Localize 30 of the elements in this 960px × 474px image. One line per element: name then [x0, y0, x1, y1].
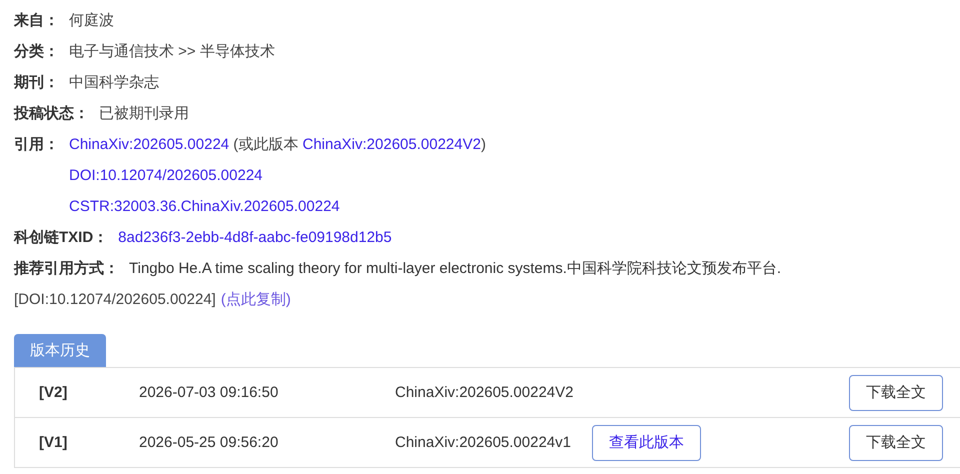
field-value: 已被期刊录用: [99, 104, 189, 124]
version-date: 2026-07-03 09:16:50: [139, 383, 280, 403]
field-label: 科创链TXID：: [14, 228, 108, 248]
field-value: 何庭波: [69, 11, 114, 31]
field-value: 中国科学杂志: [69, 73, 159, 93]
citation-text: Tingbo He.A time scaling theory for multi-layer electronic systems.中国科学院科技论文预发布平台.: [129, 259, 782, 279]
doi-text: [DOI:10.12074/202605.00224]: [14, 290, 216, 310]
version-date: 2026-05-25 09:56:20: [139, 433, 280, 453]
citation-text: (或此版本: [232, 136, 300, 153]
field-label: 期刊：: [14, 73, 59, 93]
version-id: ChinaXiv:202605.00224v1: [395, 433, 572, 453]
field-label: 推荐引用方式：: [14, 259, 119, 279]
citation-link[interactable]: ChinaXiv:202605.00224V2: [302, 136, 481, 153]
txid-link[interactable]: 8ad236f3-2ebb-4d8f-aabc-fe09198d12b5: [118, 222, 392, 253]
citation-link[interactable]: ChinaXiv:202605.00224: [69, 136, 230, 153]
field-label: 分类：: [14, 42, 59, 62]
view-version-button[interactable]: 查看此版本: [592, 424, 701, 460]
citation-text: ): [480, 136, 486, 153]
copy-link[interactable]: (点此复制): [220, 284, 291, 315]
download-button[interactable]: 下载全文: [849, 374, 943, 410]
field-label: 来自：: [14, 11, 59, 31]
field-label: 引用：: [14, 135, 59, 155]
field-label: 投稿状态：: [14, 104, 89, 124]
version-label: [V2]: [39, 383, 68, 403]
download-button[interactable]: 下载全文: [849, 424, 943, 460]
version-label: [V1]: [39, 433, 68, 453]
citation-link[interactable]: CSTR:32003.36.ChinaXiv.202605.00224: [69, 198, 340, 215]
version-id: ChinaXiv:202605.00224V2: [395, 383, 574, 403]
citation-link[interactable]: DOI:10.12074/202605.00224: [69, 167, 262, 184]
field-value: 电子与通信技术 >> 半导体技术: [69, 42, 275, 62]
